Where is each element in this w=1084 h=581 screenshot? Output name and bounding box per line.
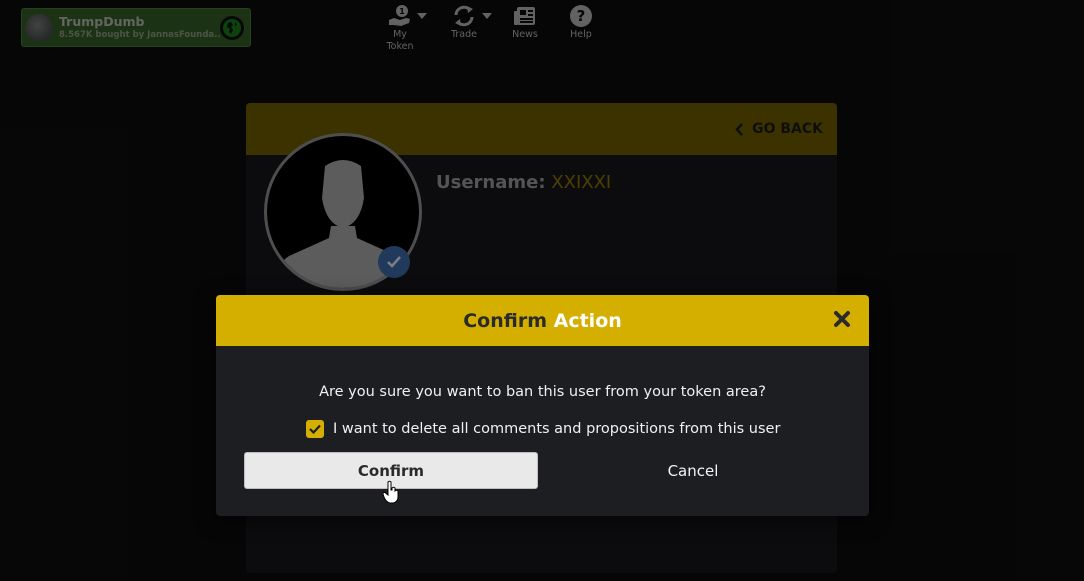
- hand-pointer-icon: [382, 480, 399, 504]
- dialog-title-part1: Confirm: [463, 309, 547, 332]
- check-icon: [309, 424, 321, 434]
- delete-content-label[interactable]: I want to delete all comments and propos…: [333, 421, 780, 437]
- dialog-body: Are you sure you want to ban this user f…: [216, 346, 869, 516]
- delete-content-option[interactable]: I want to delete all comments and propos…: [306, 420, 780, 438]
- dialog-title: Confirm Action: [463, 310, 622, 332]
- dialog-header: Confirm Action: [216, 295, 869, 346]
- close-icon[interactable]: [833, 310, 853, 330]
- delete-content-checkbox[interactable]: [306, 420, 324, 438]
- confirm-action-dialog: Confirm Action Are you sure you want to …: [216, 295, 869, 516]
- ban-question: Are you sure you want to ban this user f…: [319, 384, 766, 400]
- dialog-title-part2: Action: [553, 309, 622, 332]
- cancel-button[interactable]: Cancel: [546, 452, 840, 489]
